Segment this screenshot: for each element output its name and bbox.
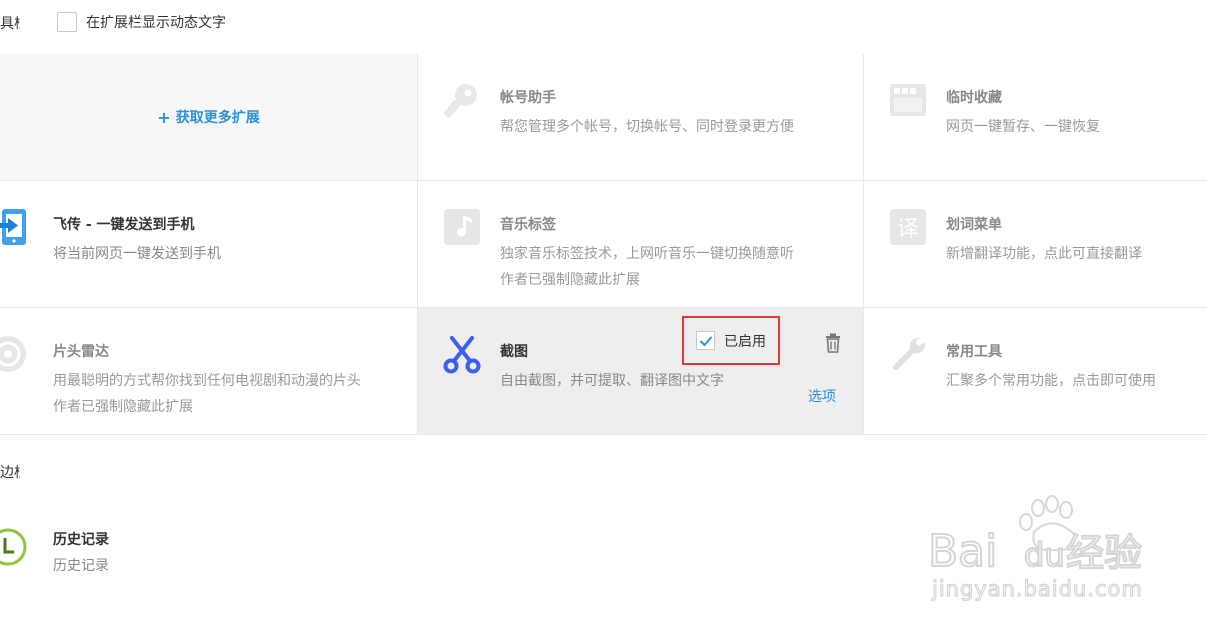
toolbar-section-label: 工具栏	[0, 16, 20, 32]
extension-desc-line: 独家音乐标签技术，上网听音乐一键切换随意听	[500, 246, 794, 262]
extension-title: 片头雷达	[53, 344, 109, 360]
extension-card-history[interactable]: 历史记录 历史记录	[0, 515, 418, 605]
watermark-cn: 经验	[1066, 531, 1142, 575]
checkmark-icon	[699, 335, 712, 346]
extensions-row: 片头雷达 用最聪明的方式帮你找到任何电视剧和动漫的片头 作者已强制隐藏此扩展 截…	[0, 308, 1207, 435]
extension-title: 音乐标签	[500, 217, 556, 233]
scissors-icon	[442, 334, 482, 374]
svg-text:译: 译	[897, 217, 919, 242]
show-dynamic-text-checkbox[interactable]	[57, 12, 77, 32]
extension-card-music[interactable]: 音乐标签 独家音乐标签技术，上网听音乐一键切换随意听 作者已强制隐藏此扩展	[418, 181, 864, 307]
send-to-phone-icon	[0, 207, 28, 247]
watermark-brand: Bai	[928, 526, 997, 577]
extension-desc: 汇聚多个常用功能，点击即可使用	[946, 373, 1156, 389]
key-icon	[442, 80, 482, 120]
extensions-row: 飞传 - 一键发送到手机 将当前网页一键发送到手机 音乐标签 独家音乐标签技术，…	[0, 181, 1207, 308]
sidebar-section-label: 侧边栏	[0, 465, 20, 481]
watermark-brand-du: du	[1024, 536, 1065, 574]
extension-title: 截图	[500, 344, 528, 360]
enabled-label: 已启用	[724, 333, 766, 350]
extension-hidden-note: 作者已强制隐藏此扩展	[53, 399, 193, 415]
extension-hidden-note: 作者已强制隐藏此扩展	[500, 272, 640, 288]
extension-title: 历史记录	[53, 532, 109, 548]
music-note-icon	[442, 207, 482, 247]
show-dynamic-text-option[interactable]: 在扩展栏显示动态文字	[57, 12, 226, 32]
extension-desc: 网页一键暂存、一键恢复	[946, 119, 1100, 135]
extension-desc: 自由截图，并可提取、翻译图中文字	[500, 373, 724, 389]
wrench-icon	[888, 334, 928, 374]
extension-card-translate[interactable]: 译 划词菜单 新增翻译功能，点此可直接翻译	[864, 181, 1207, 307]
extension-desc: 帮您管理多个帐号，切换帐号、同时登录更方便	[500, 119, 794, 135]
show-dynamic-text-label: 在扩展栏显示动态文字	[86, 15, 226, 31]
baidu-jingyan-watermark: Bai du 经验 jingyan.baidu.com	[926, 494, 1166, 604]
trash-icon[interactable]	[822, 332, 844, 354]
clock-icon	[0, 527, 28, 567]
extension-desc: 独家音乐标签技术，上网听音乐一键切换随意听 作者已强制隐藏此扩展	[500, 241, 845, 293]
extension-desc: 将当前网页一键发送到手机	[53, 246, 221, 262]
extension-title: 临时收藏	[946, 90, 1002, 106]
extension-desc: 新增翻译功能，点此可直接翻译	[946, 246, 1142, 262]
extension-card-screenshot[interactable]: 截图 自由截图，并可提取、翻译图中文字 已启用 选项	[418, 308, 864, 434]
extension-title: 飞传 - 一键发送到手机	[53, 217, 195, 233]
options-link[interactable]: 选项	[808, 386, 836, 406]
translate-icon: 译	[888, 207, 928, 247]
extension-card-radar[interactable]: 片头雷达 用最聪明的方式帮你找到任何电视剧和动漫的片头 作者已强制隐藏此扩展	[0, 308, 418, 434]
extension-title: 划词菜单	[946, 217, 1002, 233]
extension-desc: 用最聪明的方式帮你找到任何电视剧和动漫的片头 作者已强制隐藏此扩展	[53, 368, 398, 420]
extension-desc-line: 用最聪明的方式帮你找到任何电视剧和动漫的片头	[53, 373, 361, 389]
enabled-toggle[interactable]: 已启用	[682, 316, 780, 365]
plus-icon: +	[157, 107, 171, 127]
extensions-grid: + 获取更多扩展 帐号助手 帮您管理多个帐号，切换帐号、同时登录更方便 临时收藏…	[0, 54, 1207, 435]
extension-desc: 历史记录	[53, 558, 109, 574]
get-more-extensions-button[interactable]: + 获取更多扩展	[0, 54, 418, 180]
clip-icon	[888, 80, 928, 120]
extension-card-feichuan[interactable]: 飞传 - 一键发送到手机 将当前网页一键发送到手机	[0, 181, 418, 307]
radar-icon	[0, 334, 28, 374]
extension-card-account[interactable]: 帐号助手 帮您管理多个帐号，切换帐号、同时登录更方便	[418, 54, 864, 180]
extension-card-temp[interactable]: 临时收藏 网页一键暂存、一键恢复	[864, 54, 1207, 180]
get-more-label: 获取更多扩展	[175, 110, 260, 126]
extensions-row: + 获取更多扩展 帐号助手 帮您管理多个帐号，切换帐号、同时登录更方便 临时收藏…	[0, 54, 1207, 181]
extension-title: 帐号助手	[500, 90, 556, 106]
extension-title: 常用工具	[946, 344, 1002, 360]
extension-card-tools[interactable]: 常用工具 汇聚多个常用功能，点击即可使用	[864, 308, 1207, 434]
watermark-url: jingyan.baidu.com	[931, 577, 1143, 601]
enabled-checkbox[interactable]	[696, 331, 715, 350]
